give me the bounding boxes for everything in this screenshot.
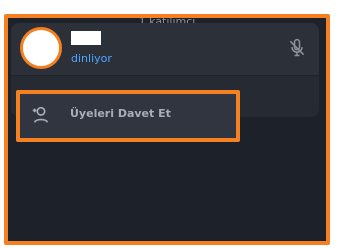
participant-row[interactable]: dinliyor [11, 23, 319, 76]
invite-members-button[interactable]: Üyeleri Davet Et [16, 90, 240, 142]
add-user-icon [32, 106, 49, 123]
avatar[interactable] [20, 27, 62, 69]
participant-name [71, 31, 101, 45]
invite-members-label: Üyeleri Davet Et [70, 107, 171, 120]
participant-status: dinliyor [71, 52, 112, 65]
microphone-off-icon[interactable] [287, 38, 307, 58]
